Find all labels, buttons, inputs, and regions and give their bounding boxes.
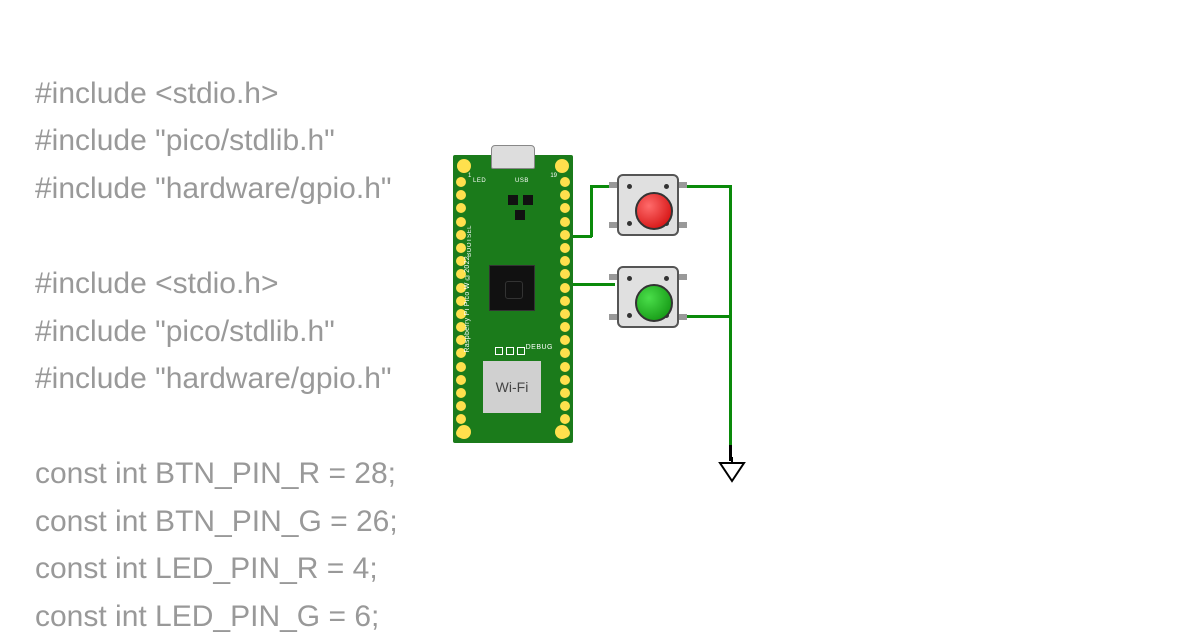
wifi-label: Wi-Fi (496, 379, 529, 395)
wire (729, 185, 732, 315)
pin-number: 19 (550, 173, 557, 179)
wire (590, 185, 593, 237)
wifi-module: Wi-Fi (483, 361, 541, 413)
smd-component (508, 195, 518, 205)
wire (570, 235, 592, 238)
button-body (617, 266, 679, 328)
board-name-text: Raspberry Pi Pico W ©2022 (464, 256, 471, 353)
mounting-hole (457, 159, 471, 173)
smd-component (515, 210, 525, 220)
code-line: #include <stdio.h> (35, 70, 398, 117)
ground-symbol-icon (717, 457, 747, 485)
code-overlay: #include <stdio.h> #include "pico/stdlib… (35, 70, 398, 640)
wire (729, 315, 732, 447)
code-line: #include "pico/stdlib.h" (35, 117, 398, 164)
code-line: #include <stdio.h> (35, 260, 398, 307)
code-line: const int LED_PIN_G = 6; (35, 593, 398, 640)
circuit-diagram[interactable]: Wi-Fi DEBUG USB LED BOOTSEL Raspberry Pi… (453, 145, 833, 505)
code-line: const int BTN_PIN_R = 28; (35, 450, 398, 497)
button-cap-red[interactable] (635, 192, 673, 230)
pushbutton-red[interactable] (613, 170, 683, 240)
bootsel-label: BOOTSEL (467, 225, 473, 257)
raspberry-pi-pico-w[interactable]: Wi-Fi DEBUG USB LED BOOTSEL Raspberry Pi… (453, 155, 573, 443)
code-line: #include "hardware/gpio.h" (35, 355, 398, 402)
code-line: const int LED_PIN_R = 4; (35, 545, 398, 592)
wire (683, 185, 731, 188)
wire (570, 283, 615, 286)
mounting-hole (555, 159, 569, 173)
smd-component (523, 195, 533, 205)
rp2040-chip (489, 265, 535, 311)
led-label: LED (473, 178, 486, 184)
code-line: #include "pico/stdlib.h" (35, 308, 398, 355)
button-body (617, 174, 679, 236)
button-cap-green[interactable] (635, 284, 673, 322)
wire (683, 315, 731, 318)
usb-label: USB (515, 178, 529, 184)
pin-header-right (560, 177, 570, 438)
debug-label: DEBUG (526, 344, 553, 351)
pushbutton-green[interactable] (613, 262, 683, 332)
usb-connector (491, 145, 535, 169)
code-line: const int BTN_PIN_G = 26; (35, 498, 398, 545)
debug-pads (495, 347, 525, 355)
pin-number: 1 (468, 173, 471, 179)
code-line: #include "hardware/gpio.h" (35, 165, 398, 212)
